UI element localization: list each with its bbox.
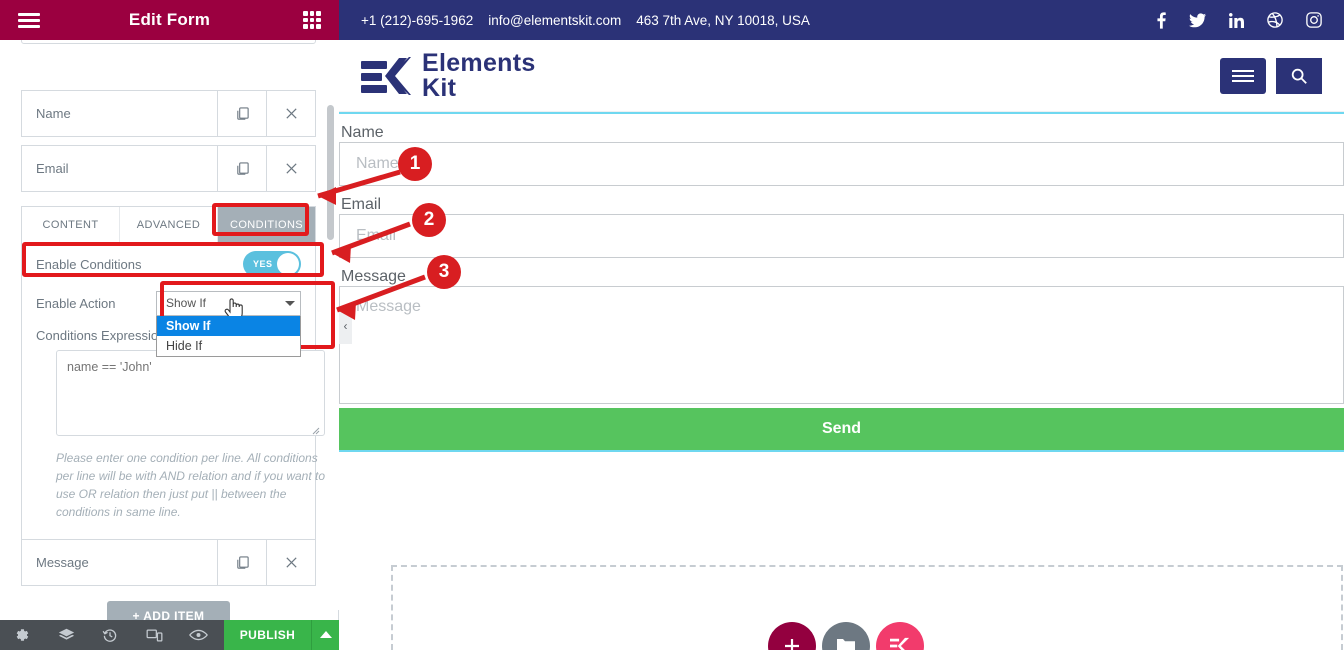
enable-action-label: Enable Action	[36, 295, 116, 311]
message-input[interactable]: Message	[339, 286, 1344, 404]
site-navbar: Elements Kit	[339, 40, 1344, 112]
search-icon[interactable]	[1276, 57, 1322, 94]
annotation-badge-2: 2	[412, 203, 446, 237]
annotation-badge-3: 3	[427, 255, 461, 289]
chevron-left-icon[interactable]: ‹	[339, 308, 352, 344]
close-icon[interactable]	[266, 146, 315, 191]
panel-header: Edit Form	[0, 0, 339, 40]
dribbble-icon[interactable]	[1267, 12, 1283, 29]
send-button[interactable]: Send	[339, 408, 1344, 450]
message-input-placeholder: Message	[356, 298, 421, 315]
topbar-phone[interactable]: +1 (212)-695-1962	[361, 13, 473, 28]
annotation-badge-1: 1	[398, 147, 432, 181]
highlight-enable-conditions	[22, 242, 324, 277]
enable-action-dropdown: Show If Hide If	[156, 315, 301, 357]
panel-bottom-bar: PUBLISH	[0, 620, 339, 650]
site-preview: +1 (212)-695-1962 info@elementskit.com 4…	[339, 0, 1344, 650]
topbar-address: 463 7th Ave, NY 10018, USA	[636, 12, 810, 28]
field-label-name: Name	[341, 124, 384, 141]
brand-text: Elements Kit	[422, 48, 536, 102]
elementskit-logo-icon	[361, 54, 411, 98]
site-logo[interactable]: Elements Kit	[361, 48, 536, 102]
field-label-message: Message	[341, 268, 406, 285]
brand-line-2: Kit	[422, 73, 457, 102]
chevron-up-icon[interactable]	[311, 620, 339, 650]
facebook-icon[interactable]	[1157, 11, 1166, 29]
repeater-item-partial	[21, 40, 316, 44]
highlight-conditions-tab	[212, 203, 309, 236]
repeater-item-label: Message	[36, 555, 89, 570]
screen-root: Edit Form Name Email CONTENT ADVANCED CO…	[0, 0, 1344, 650]
repeater-item-email[interactable]: Email	[21, 145, 316, 192]
page-title: Edit Form	[128, 10, 211, 29]
option-hide-if[interactable]: Hide If	[157, 336, 300, 356]
conditions-expression-label: Conditions Expression	[36, 327, 166, 343]
repeater-item-message[interactable]: Message	[21, 539, 316, 586]
tab-advanced[interactable]: ADVANCED	[120, 207, 218, 242]
email-input-placeholder: Email	[356, 227, 397, 244]
option-show-if[interactable]: Show If	[157, 315, 300, 336]
duplicate-icon[interactable]	[217, 146, 266, 191]
instagram-icon[interactable]	[1306, 12, 1322, 29]
history-icon[interactable]	[88, 620, 132, 650]
repeater-item-name[interactable]: Name	[21, 90, 316, 137]
conditions-help-text: Please enter one condition per line. All…	[56, 451, 326, 519]
hamburger-menu-icon[interactable]	[1220, 57, 1266, 94]
field-label-email: Email	[341, 196, 382, 213]
close-icon[interactable]	[266, 91, 315, 136]
repeater-item-label: Name	[36, 106, 71, 121]
contact-form: Name Name Email Email Message Message Se…	[339, 112, 1344, 452]
duplicate-icon[interactable]	[217, 540, 266, 585]
linkedin-icon[interactable]	[1229, 12, 1244, 29]
publish-button[interactable]: PUBLISH	[224, 620, 311, 650]
navbar-actions	[1220, 57, 1322, 94]
close-icon[interactable]	[266, 540, 315, 585]
conditions-expression-input[interactable]	[56, 350, 325, 436]
site-topbar: +1 (212)-695-1962 info@elementskit.com 4…	[339, 0, 1344, 40]
brand-line-1: Elements	[422, 48, 536, 77]
name-input[interactable]: Name	[339, 142, 1344, 186]
settings-gear-icon[interactable]	[0, 620, 44, 650]
navigator-layers-icon[interactable]	[44, 620, 88, 650]
panel-body: Name Email CONTENT ADVANCED CONDITIONS E…	[0, 40, 339, 610]
widgets-grid-icon[interactable]	[303, 11, 321, 29]
preview-eye-icon[interactable]	[176, 620, 220, 650]
responsive-mode-icon[interactable]	[132, 620, 176, 650]
panel-scrollbar[interactable]	[327, 105, 334, 240]
section-bottom-border	[339, 450, 1344, 452]
hamburger-menu-icon[interactable]	[18, 12, 40, 28]
email-input[interactable]: Email	[339, 214, 1344, 258]
tab-content[interactable]: CONTENT	[22, 207, 120, 242]
name-input-placeholder: Name	[356, 155, 399, 172]
topbar-email[interactable]: info@elementskit.com	[488, 13, 621, 28]
twitter-icon[interactable]	[1189, 12, 1206, 29]
repeater-item-label: Email	[36, 161, 69, 176]
duplicate-icon[interactable]	[217, 91, 266, 136]
elementor-panel: Edit Form Name Email CONTENT ADVANCED CO…	[0, 0, 339, 650]
